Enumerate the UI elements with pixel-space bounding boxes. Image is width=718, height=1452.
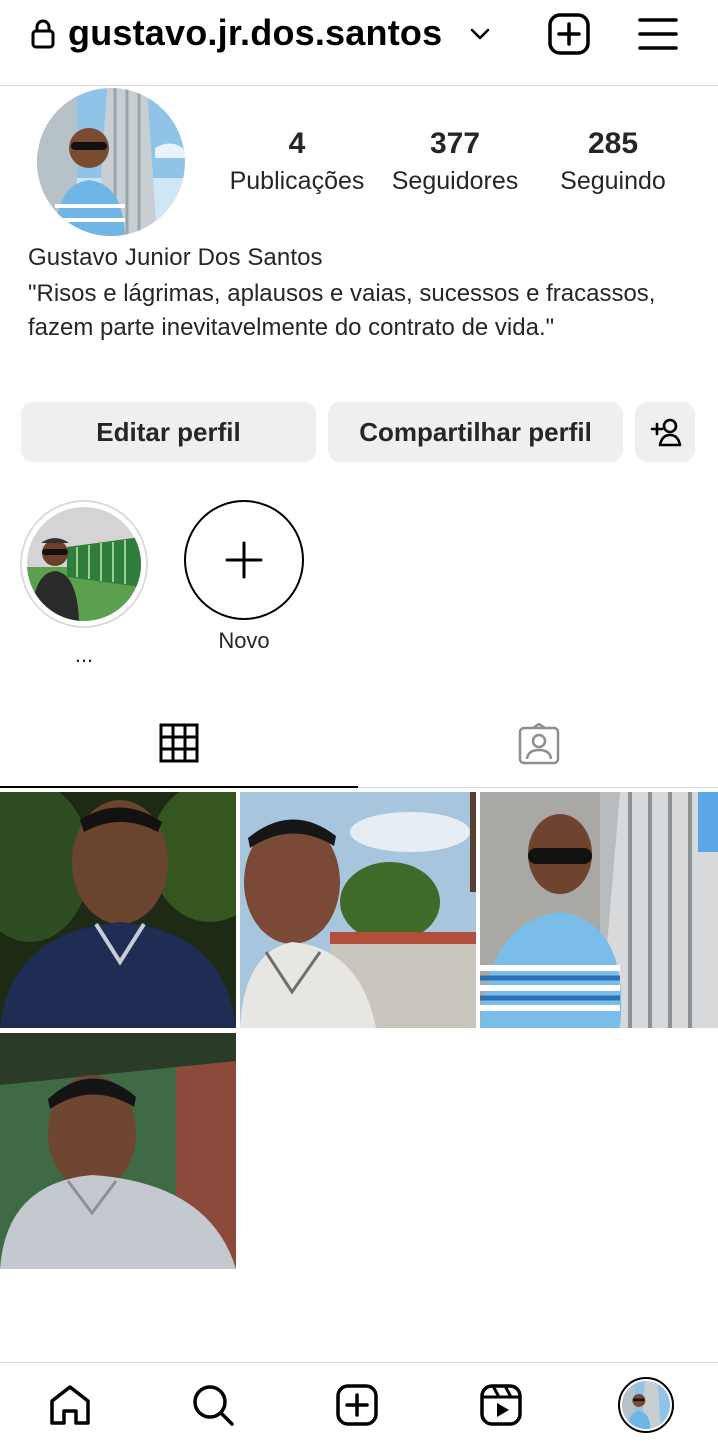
top-bar: gustavo.jr.dos.santos [0,0,718,86]
stat-label: Seguidores [391,167,519,195]
profile-tabs [0,700,718,788]
profile-bio: "Risos e lágrimas, aplausos e vaias, suc… [28,280,656,341]
nav-profile[interactable] [618,1377,674,1433]
highlight-label: Novo [218,628,270,653]
post-thumbnail[interactable] [0,792,236,1028]
new-highlight[interactable]: Novo [180,500,308,653]
lock-icon [31,19,55,49]
add-person-icon [650,418,682,447]
grid-icon [159,723,199,763]
tab-tagged[interactable] [360,700,718,788]
stat-value: 4 [288,127,306,160]
tagged-person-icon [518,723,560,765]
menu-icon[interactable] [636,12,680,56]
followers-count[interactable]: 377 Seguidores [380,122,530,199]
post-thumbnail[interactable] [240,792,476,1028]
following-count[interactable]: 285 Seguindo [538,122,688,199]
reels-icon [480,1384,522,1426]
nav-home[interactable] [46,1381,94,1429]
tab-posts-grid[interactable] [0,700,358,788]
profile-username[interactable]: gustavo.jr.dos.santos [68,12,442,54]
discover-people-button[interactable] [635,402,695,462]
highlight-cover [27,507,141,621]
bottom-nav [0,1362,718,1452]
nav-reels[interactable] [477,1381,525,1429]
stat-label: Publicações [229,167,365,195]
profile-avatar[interactable] [37,88,185,236]
stat-value: 377 [429,127,481,160]
post-thumbnail[interactable] [480,792,718,1028]
stat-value: 285 [587,127,639,160]
chevron-down-icon[interactable] [468,22,492,46]
highlight-ring [20,500,148,628]
profile-full-name: Gustavo Junior Dos Santos [28,244,323,271]
edit-profile-button[interactable]: Editar perfil [21,402,316,462]
profile-avatar-small [622,1381,670,1429]
search-icon [193,1385,234,1426]
plus-icon [225,541,263,579]
add-post-icon[interactable] [547,12,591,56]
create-icon [336,1384,378,1426]
post-thumbnail[interactable] [0,1033,236,1269]
new-highlight-circle [184,500,304,620]
posts-count[interactable]: 4 Publicações [222,122,372,199]
home-icon [50,1385,90,1425]
nav-create[interactable] [333,1381,381,1429]
story-highlight[interactable]: ... [20,500,148,667]
share-profile-button[interactable]: Compartilhar perfil [328,402,623,462]
highlight-label: ... [74,642,94,667]
stat-label: Seguindo [560,167,666,195]
nav-search[interactable] [189,1381,237,1429]
